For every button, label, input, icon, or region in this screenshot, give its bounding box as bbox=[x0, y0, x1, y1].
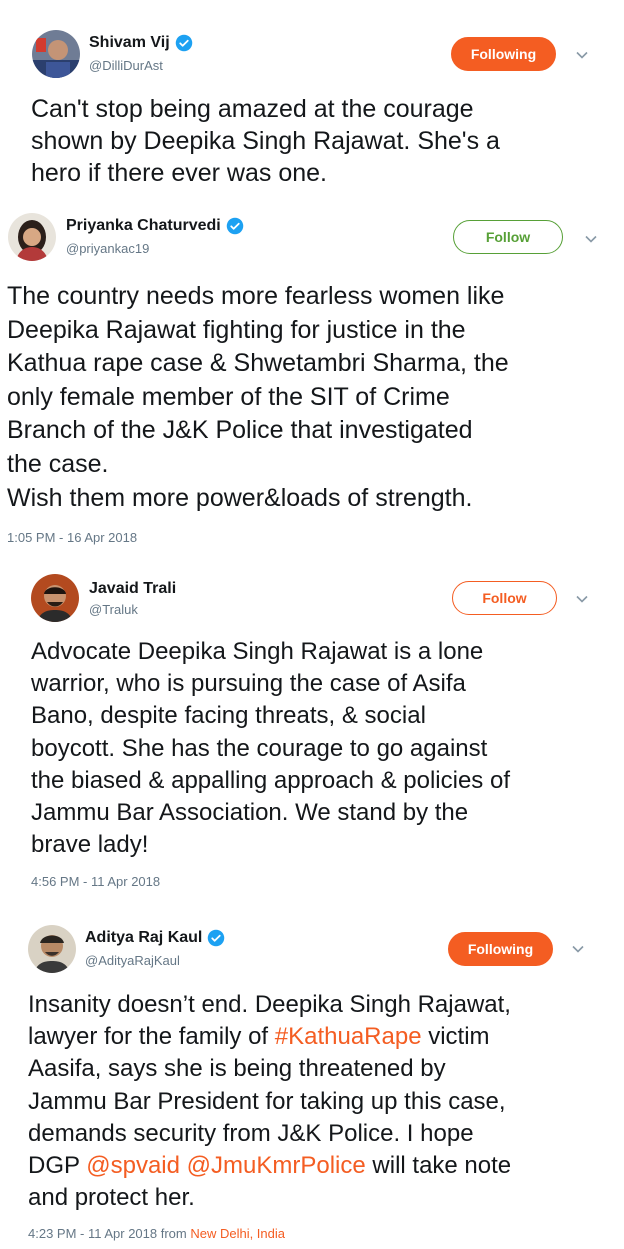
tweet-timestamp[interactable]: 4:56 PM - 11 Apr 2018 bbox=[31, 874, 160, 889]
author-name[interactable]: Priyanka Chaturvedi bbox=[66, 217, 244, 235]
following-button[interactable]: Following bbox=[451, 37, 556, 71]
avatar[interactable] bbox=[31, 574, 79, 622]
tweet-text: Insanity doesn’t end. Deepika Singh Raja… bbox=[28, 989, 511, 1214]
tweet-text: Advocate Deepika Singh Rajawat is a lone… bbox=[31, 638, 510, 859]
author-name-label: Shivam Vij bbox=[89, 34, 170, 51]
author-handle[interactable]: @priyankac19 bbox=[66, 241, 149, 256]
timestamp-label[interactable]: 4:23 PM - 11 Apr 2018 from bbox=[28, 1226, 190, 1241]
tweet-timestamp: 4:23 PM - 11 Apr 2018 from New Delhi, In… bbox=[28, 1226, 285, 1241]
tweet-timestamp[interactable]: 1:05 PM - 16 Apr 2018 bbox=[7, 530, 137, 545]
tweet-text: Can't stop being amazed at the courage s… bbox=[31, 95, 500, 187]
hashtag-link[interactable]: #KathuaRape bbox=[275, 1023, 422, 1050]
chevron-down-icon[interactable] bbox=[575, 592, 589, 606]
author-handle[interactable]: @Traluk bbox=[89, 602, 138, 617]
avatar[interactable] bbox=[8, 213, 56, 261]
avatar[interactable] bbox=[32, 30, 80, 78]
follow-button[interactable]: Follow bbox=[452, 581, 557, 615]
follow-button[interactable]: Follow bbox=[453, 220, 563, 254]
mention-link[interactable]: @JmuKmrPolice bbox=[187, 1152, 366, 1179]
author-name-label: Priyanka Chaturvedi bbox=[66, 217, 221, 234]
author-name[interactable]: Shivam Vij bbox=[89, 34, 193, 52]
location-link[interactable]: New Delhi, India bbox=[190, 1226, 285, 1241]
verified-badge-icon bbox=[175, 34, 192, 52]
avatar[interactable] bbox=[28, 925, 76, 973]
following-button[interactable]: Following bbox=[448, 932, 553, 966]
author-name-label: Javaid Trali bbox=[89, 580, 177, 597]
author-name[interactable]: Aditya Raj Kaul bbox=[85, 929, 225, 947]
author-handle[interactable]: @AdityaRajKaul bbox=[85, 953, 180, 968]
verified-badge-icon bbox=[208, 929, 225, 947]
chevron-down-icon[interactable] bbox=[575, 48, 589, 62]
author-name[interactable]: Javaid Trali bbox=[89, 580, 176, 598]
tweet-text: The country needs more fearless women li… bbox=[7, 282, 509, 512]
author-name-label: Aditya Raj Kaul bbox=[85, 929, 203, 946]
tweet-text-part bbox=[180, 1152, 187, 1179]
mention-link[interactable]: @spvaid bbox=[86, 1152, 180, 1179]
author-handle[interactable]: @DilliDurAst bbox=[89, 58, 163, 73]
chevron-down-icon[interactable] bbox=[571, 942, 585, 956]
verified-badge-icon bbox=[226, 217, 243, 235]
chevron-down-icon[interactable] bbox=[584, 232, 598, 246]
